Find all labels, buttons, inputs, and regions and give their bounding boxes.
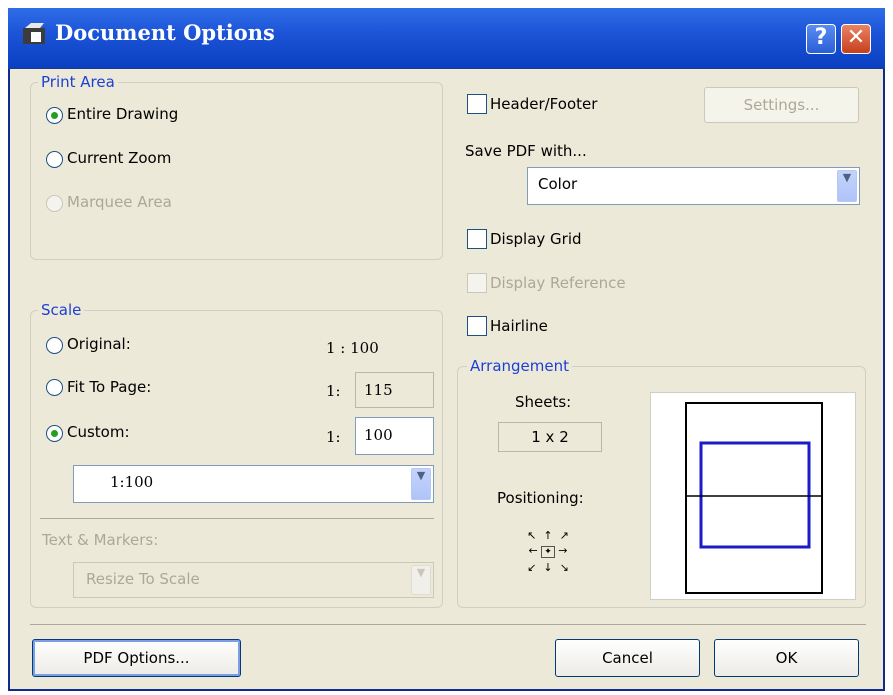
close-button[interactable]: ✕ (841, 24, 871, 54)
original-radio[interactable] (46, 337, 63, 354)
scale-legend: Scale (38, 301, 85, 319)
window-title: Document Options (55, 20, 275, 45)
arrow-nw-icon[interactable]: ↖ (527, 529, 536, 542)
marquee-area-radio (46, 195, 63, 212)
display-reference-checkbox (467, 273, 487, 293)
current-zoom-radio[interactable] (46, 151, 63, 168)
arrangement-legend: Arrangement (467, 357, 573, 375)
positioning-label: Positioning: (497, 489, 584, 507)
chevron-down-icon[interactable]: ▼ (837, 170, 857, 202)
position-center-icon[interactable]: ✦ (541, 546, 555, 558)
hairline-checkbox[interactable] (467, 316, 487, 336)
arrangement-preview (650, 392, 856, 600)
arrow-ne-icon[interactable]: ↗ (560, 529, 569, 542)
positioning-arrows[interactable]: ↖ ↑ ↗ ← ✦ → ↙ ↓ ↘ (518, 528, 578, 575)
arrow-e-icon[interactable]: → (558, 544, 567, 557)
fit-to-page-radio[interactable] (46, 379, 63, 396)
arrow-se-icon[interactable]: ↘ (560, 561, 569, 574)
save-pdf-value: Color (538, 175, 578, 193)
arrow-n-icon[interactable]: ↑ (543, 529, 552, 542)
chevron-down-icon[interactable]: ▼ (411, 468, 431, 500)
custom-radio[interactable] (46, 425, 63, 442)
save-pdf-select[interactable]: Color ▼ (527, 167, 860, 205)
custom-label[interactable]: Custom: (67, 423, 130, 441)
app-icon (23, 23, 45, 44)
help-button[interactable]: ? (806, 24, 836, 54)
scale-preset-select[interactable]: 1:100 ▼ (73, 465, 434, 503)
current-zoom-label[interactable]: Current Zoom (67, 149, 171, 167)
settings-button: Settings... (704, 87, 859, 123)
custom-scale-input[interactable]: 100 (355, 417, 434, 455)
display-grid-checkbox[interactable] (467, 229, 487, 249)
original-label[interactable]: Original: (67, 335, 131, 353)
scale-separator (40, 518, 434, 519)
ok-button[interactable]: OK (714, 639, 859, 677)
text-markers-label: Text & Markers: (42, 531, 159, 549)
header-footer-checkbox[interactable] (467, 94, 487, 114)
footer-separator (30, 624, 866, 625)
sheet-preview-graphic (685, 402, 823, 594)
arrow-s-icon[interactable]: ↓ (543, 561, 552, 574)
text-markers-value: Resize To Scale (86, 570, 200, 588)
save-pdf-label: Save PDF with... (465, 142, 587, 160)
pdf-options-button[interactable]: PDF Options... (32, 639, 241, 677)
display-reference-label: Display Reference (490, 274, 626, 292)
arrow-sw-icon[interactable]: ↙ (527, 561, 536, 574)
arrow-w-icon[interactable]: ← (529, 544, 538, 557)
print-area-legend: Print Area (38, 73, 118, 91)
header-footer-label[interactable]: Header/Footer (490, 95, 597, 113)
chevron-down-icon: ▼ (411, 565, 431, 595)
fit-to-page-field: 115 (355, 372, 434, 408)
fit-to-page-label[interactable]: Fit To Page: (67, 378, 151, 396)
original-scale-value: 1 : 100 (326, 339, 379, 357)
display-grid-label[interactable]: Display Grid (490, 230, 582, 248)
sheets-label: Sheets: (515, 393, 572, 411)
custom-prefix: 1: (326, 428, 341, 446)
cancel-button[interactable]: Cancel (555, 639, 700, 677)
fit-to-page-prefix: 1: (326, 382, 341, 400)
marquee-area-label: Marquee Area (67, 193, 172, 211)
hairline-label[interactable]: Hairline (490, 317, 548, 335)
entire-drawing-label[interactable]: Entire Drawing (67, 105, 178, 123)
entire-drawing-radio[interactable] (46, 107, 63, 124)
scale-preset-value: 1:100 (110, 473, 154, 491)
sheets-value: 1 x 2 (498, 422, 602, 452)
text-markers-select: Resize To Scale ▼ (73, 562, 434, 598)
